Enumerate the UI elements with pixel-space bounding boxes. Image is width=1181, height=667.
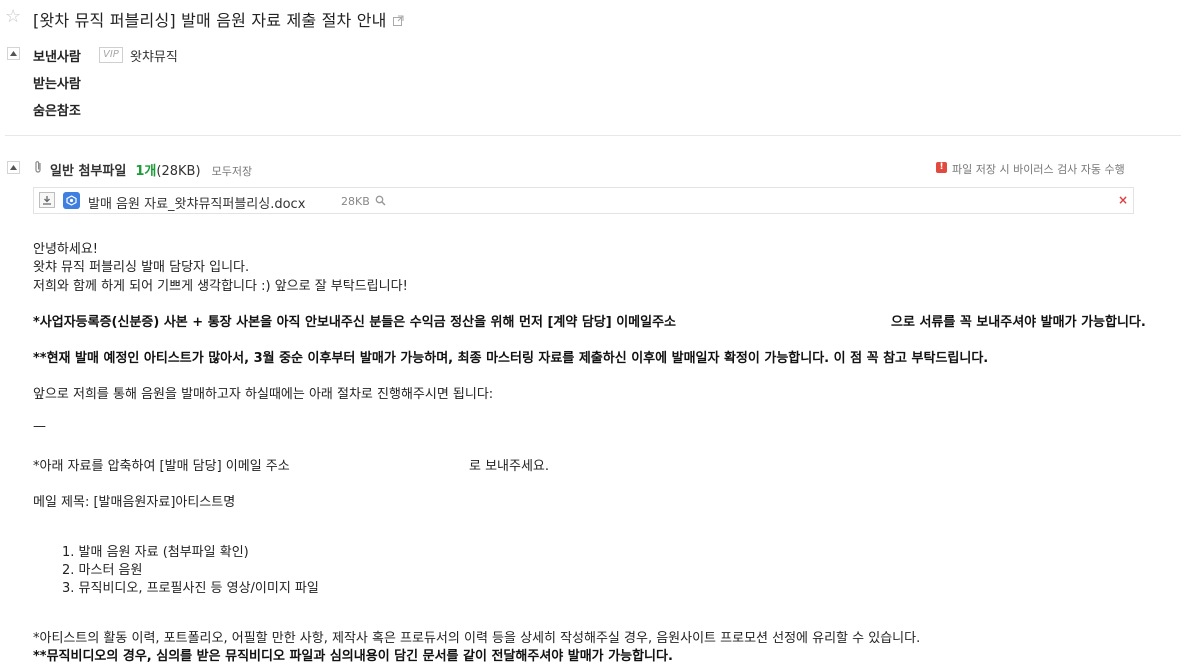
- mail-subject: [왓차 뮤직 퍼블리싱] 발매 음원 자료 제출 절차 안내: [33, 7, 404, 31]
- greeting-line-2: 왓챠 뮤직 퍼블리싱 발매 담당자 입니다.: [33, 260, 250, 275]
- sender-label: 보낸사람: [33, 50, 81, 65]
- notice-1b: 으로 서류를 꼭 보내주셔야 발매가 가능합니다.: [891, 315, 1146, 330]
- file-preview-icon[interactable]: [63, 192, 80, 209]
- attachment-total-size: (28KB): [156, 164, 201, 179]
- vip-badge: VIP: [99, 47, 123, 63]
- collapse-header-toggle[interactable]: [7, 47, 20, 60]
- download-icon: [43, 196, 51, 205]
- attachment-title: 일반 첨부파일: [50, 164, 127, 179]
- list-item: 2. 마스터 음원: [62, 563, 143, 578]
- attachment-count: 1개: [135, 164, 157, 179]
- collapse-attachment-toggle[interactable]: [7, 161, 20, 174]
- bcc-label: 숨은참조: [33, 104, 81, 119]
- attachment-header: 일반 첨부파일 1개(28KB) 모두저장: [50, 160, 252, 179]
- list-item: 1. 발매 음원 자료 (첨부파일 확인): [62, 545, 249, 560]
- procedure-intro: 앞으로 저희를 통해 음원을 발매하고자 하실때에는 아래 절차로 진행해주시면…: [33, 387, 494, 402]
- caret-up-icon: [10, 165, 17, 170]
- list-item: 3. 뮤직비디오, 프로필사진 등 영상/이미지 파일: [62, 581, 319, 596]
- notice-2: **현재 발매 예정인 아티스트가 많아서, 3월 중순 이후부터 발매가 가능…: [33, 351, 989, 366]
- instruction-a: *아래 자료를 압축하여 [발매 담당] 이메일 주소: [33, 459, 290, 474]
- remove-attachment-icon[interactable]: ×: [1118, 193, 1128, 207]
- attachment-file-size: 28KB: [341, 195, 370, 208]
- caret-up-icon: [10, 51, 17, 56]
- search-icon[interactable]: [375, 195, 386, 206]
- separator-dash: —: [33, 419, 46, 434]
- mail-subject-format: 메일 제목: [발매음원자료]아티스트명: [33, 495, 236, 510]
- paperclip-icon: [35, 161, 41, 173]
- external-link-icon[interactable]: [392, 15, 404, 29]
- warning-icon: !: [936, 162, 947, 173]
- header-divider: [5, 135, 1181, 136]
- footnote-1: *아티스트의 활동 이력, 포트폴리오, 어필할 만한 사항, 제작사 혹은 프…: [33, 631, 921, 646]
- greeting-line-1: 안녕하세요!: [33, 242, 99, 257]
- recipient-label: 받는사람: [33, 77, 81, 92]
- notice-1a: *사업자등록증(신분증) 사본 + 통장 사본을 아직 안보내주신 분들은 수익…: [33, 315, 677, 330]
- save-all-button[interactable]: 모두저장: [212, 165, 252, 178]
- footnote-2: **뮤직비디오의 경우, 심의를 받은 뮤직비디오 파일과 심의내용이 담긴 문…: [33, 649, 673, 664]
- download-button[interactable]: [39, 192, 55, 208]
- subject-title: [왓차 뮤직 퍼블리싱] 발매 음원 자료 제출 절차 안내: [33, 11, 387, 30]
- instruction-b: 로 보내주세요.: [469, 459, 550, 474]
- attachment-file-name[interactable]: 발매 음원 자료_왓챠뮤직퍼블리싱.docx: [88, 193, 305, 212]
- sender-name[interactable]: 왓챠뮤직: [130, 46, 178, 65]
- virus-scan-notice: 파일 저장 시 바이러스 검사 자동 수행: [952, 163, 1125, 176]
- greeting-line-3: 저희와 함께 하게 되어 기쁘게 생각합니다 :) 앞으로 잘 부탁드립니다!: [33, 279, 408, 294]
- star-icon[interactable]: ☆: [5, 8, 23, 26]
